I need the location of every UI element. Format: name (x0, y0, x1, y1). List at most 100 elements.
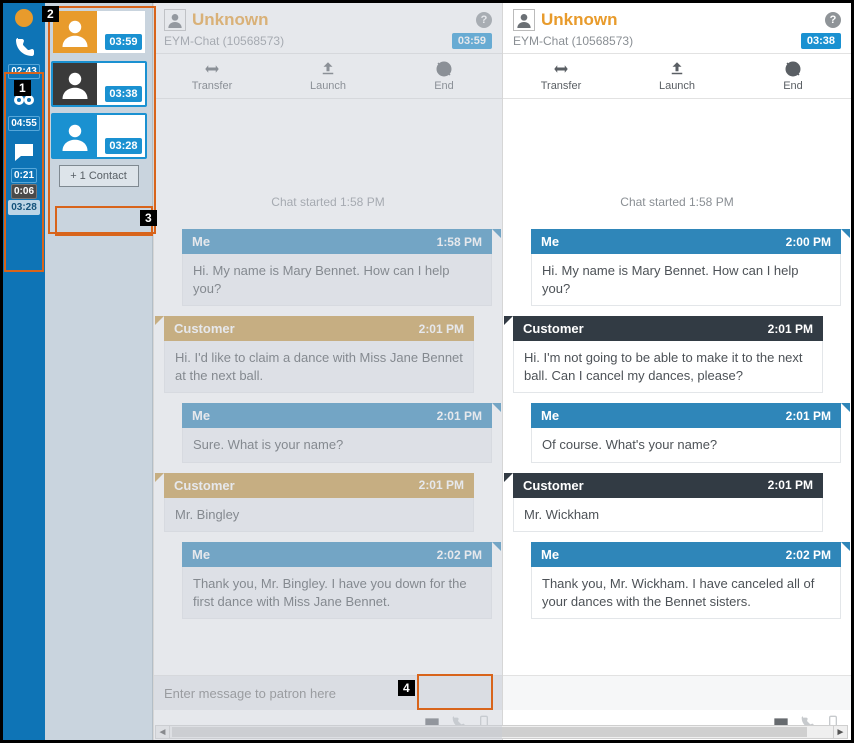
help-icon[interactable]: ? (476, 12, 492, 28)
horizontal-scrollbar[interactable]: ◄ ► (155, 725, 848, 739)
channel-time: 03:38 (105, 86, 141, 102)
action-label: Launch (659, 80, 695, 92)
rail-time: 0:21 (11, 168, 37, 183)
channel-card[interactable]: 03:28 (51, 113, 147, 159)
message-time: 2:02 PM (786, 548, 831, 562)
rail-slot-voicemail[interactable]: 04:55 (5, 85, 43, 131)
rail-time: 04:55 (8, 116, 40, 131)
plus-contact-button[interactable]: + 1 Contact (59, 165, 139, 187)
phone-icon (7, 33, 41, 63)
left-rail: 02:43 04:55 0:21 0:06 03:28 (3, 3, 45, 740)
rail-time-extra: 0:06 (11, 184, 37, 199)
message-body: Of course. What's your name? (531, 428, 841, 463)
end-button[interactable]: End (735, 54, 851, 98)
message-header: Me 1:58 PM (182, 229, 492, 254)
message-time: 2:01 PM (419, 322, 464, 336)
rail-time: 02:43 (8, 64, 40, 79)
chat-icon (7, 137, 41, 167)
message-header: Me 2:02 PM (531, 542, 841, 567)
rail-time-extra: 03:28 (8, 200, 40, 215)
message-time: 2:02 PM (437, 548, 482, 562)
end-button[interactable]: End (386, 54, 502, 98)
pane-header: Unknown ? EYM-Chat (10568573) 03:38 (503, 3, 851, 54)
message-body: Thank you, Mr. Wickham. I have canceled … (531, 567, 841, 619)
action-label: End (434, 80, 454, 92)
message-time: 2:01 PM (419, 478, 464, 492)
chat-message: Me 1:58 PM Hi. My name is Mary Bennet. H… (182, 229, 492, 306)
message-body: Sure. What is your name? (182, 428, 492, 463)
channel-strip: 03:59 03:38 03:28 + 1 Contact (45, 3, 153, 740)
action-label: Launch (310, 80, 346, 92)
chat-message: Customer 2:01 PM Mr. Wickham (513, 473, 823, 533)
launch-button[interactable]: Launch (619, 54, 735, 98)
message-header: Me 2:00 PM (531, 229, 841, 254)
message-body: Hi. My name is Mary Bennet. How can I he… (182, 254, 492, 306)
scroll-left-icon[interactable]: ◄ (156, 726, 170, 738)
message-body: Hi. I'd like to claim a dance with Miss … (164, 341, 474, 393)
message-header: Customer 2:01 PM (513, 473, 823, 498)
chat-message: Me 2:02 PM Thank you, Mr. Wickham. I hav… (531, 542, 841, 619)
chat-message: Customer 2:01 PM Hi. I'm not going to be… (513, 316, 823, 393)
contact-name: Unknown (192, 10, 269, 30)
chat-body: Chat started 1:58 PM Me 2:00 PM Hi. My n… (503, 99, 851, 675)
chat-message: Customer 2:01 PM Hi. I'd like to claim a… (164, 316, 474, 393)
message-sender: Me (541, 547, 559, 562)
action-label: Transfer (192, 80, 233, 92)
channel-card[interactable]: 03:59 (51, 9, 147, 55)
rail-slot-phone[interactable]: 02:43 (5, 33, 43, 79)
message-sender: Customer (523, 478, 584, 493)
status-dot[interactable] (15, 9, 33, 27)
chat-message: Customer 2:01 PM Mr. Bingley (164, 473, 474, 533)
message-input[interactable] (503, 676, 851, 710)
person-icon (53, 11, 97, 53)
message-sender: Customer (174, 321, 235, 336)
pane-timer: 03:38 (801, 33, 841, 49)
message-body: Hi. I'm not going to be able to make it … (513, 341, 823, 393)
message-body: Mr. Bingley (164, 498, 474, 533)
message-sender: Me (192, 547, 210, 562)
message-time: 2:00 PM (786, 235, 831, 249)
message-header: Customer 2:01 PM (513, 316, 823, 341)
message-time: 2:01 PM (786, 409, 831, 423)
chat-id: EYM-Chat (10568573) (513, 34, 633, 48)
message-sender: Me (541, 234, 559, 249)
chat-pane: Unknown ? EYM-Chat (10568573) 03:38 Tran… (502, 3, 851, 740)
chat-started-label: Chat started 1:58 PM (164, 195, 492, 209)
pane-actions: Transfer Launch End (503, 54, 851, 99)
chat-id: EYM-Chat (10568573) (164, 34, 284, 48)
action-label: End (783, 80, 803, 92)
message-time: 2:01 PM (768, 322, 813, 336)
scroll-thumb[interactable] (172, 727, 807, 737)
person-icon (164, 9, 186, 31)
chat-message: Me 2:01 PM Sure. What is your name? (182, 403, 492, 463)
launch-button[interactable]: Launch (270, 54, 386, 98)
person-icon (513, 9, 535, 31)
message-input[interactable] (154, 676, 502, 710)
scroll-right-icon[interactable]: ► (833, 726, 847, 738)
chat-body: Chat started 1:58 PM Me 1:58 PM Hi. My n… (154, 99, 502, 675)
chat-message: Me 2:02 PM Thank you, Mr. Bingley. I hav… (182, 542, 492, 619)
message-sender: Me (541, 408, 559, 423)
transfer-button[interactable]: Transfer (503, 54, 619, 98)
transfer-button[interactable]: Transfer (154, 54, 270, 98)
action-label: Transfer (541, 80, 582, 92)
chat-message: Me 2:00 PM Hi. My name is Mary Bennet. H… (531, 229, 841, 306)
pane-actions: Transfer Launch End (154, 54, 502, 99)
help-icon[interactable]: ? (825, 12, 841, 28)
message-header: Me 2:01 PM (182, 403, 492, 428)
chat-started-label: Chat started 1:58 PM (513, 195, 841, 209)
message-sender: Me (192, 234, 210, 249)
rail-slot-chat[interactable]: 0:21 0:06 03:28 (5, 137, 43, 215)
message-header: Me 2:01 PM (531, 403, 841, 428)
person-icon (53, 63, 97, 105)
message-sender: Me (192, 408, 210, 423)
channel-time: 03:28 (105, 138, 141, 154)
message-header: Me 2:02 PM (182, 542, 492, 567)
message-sender: Customer (174, 478, 235, 493)
message-time: 2:01 PM (437, 409, 482, 423)
chat-panes: Unknown ? EYM-Chat (10568573) 03:59 Tran… (153, 3, 851, 740)
channel-card[interactable]: 03:38 (51, 61, 147, 107)
message-time: 1:58 PM (437, 235, 482, 249)
message-body: Mr. Wickham (513, 498, 823, 533)
channel-time: 03:59 (105, 34, 141, 50)
